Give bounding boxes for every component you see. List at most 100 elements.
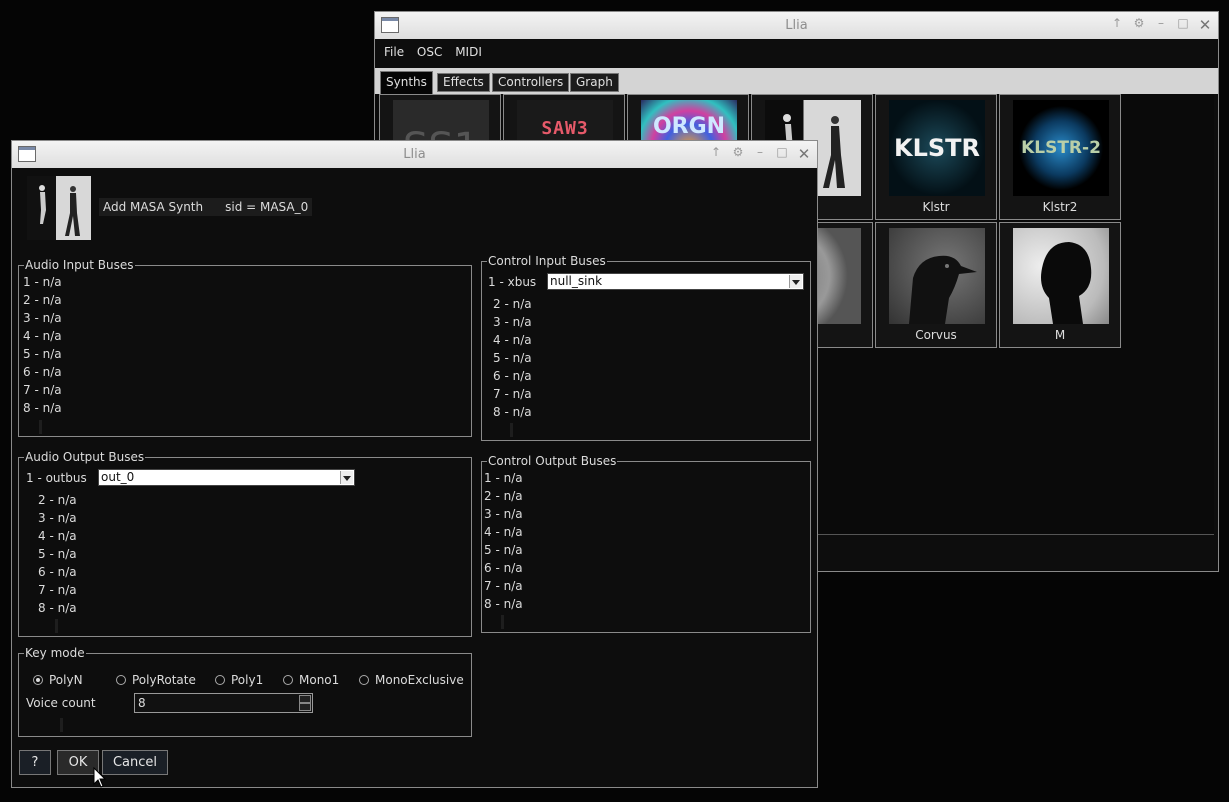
tab-synths[interactable]: Synths xyxy=(380,71,433,94)
control-output-row: 4 - n/a xyxy=(484,525,523,539)
add-synth-label: Add MASA Synth sid = MASA_0 xyxy=(99,198,313,216)
menu-midi[interactable]: MIDI xyxy=(455,45,482,59)
control-input-row: 6 - n/a xyxy=(493,369,532,383)
outbus-select[interactable]: out_0 xyxy=(98,469,355,486)
keep-above-icon[interactable]: ↑ xyxy=(1108,16,1126,34)
control-input-row: 5 - n/a xyxy=(493,351,532,365)
radio-mono1[interactable]: Mono1 xyxy=(283,673,339,687)
synth-tile-m[interactable]: M xyxy=(999,222,1121,348)
chevron-down-icon[interactable] xyxy=(789,275,802,288)
tab-controllers[interactable]: Controllers xyxy=(492,73,570,92)
cursor-icon xyxy=(93,767,107,788)
radio-monoexclusive[interactable]: MonoExclusive xyxy=(359,673,464,687)
audio-output-row: 5 - n/a xyxy=(38,547,77,561)
synth-thumb xyxy=(1013,228,1109,324)
audio-input-buses-panel: Audio Input Buses xyxy=(18,258,472,437)
synth-logo xyxy=(27,176,91,240)
control-input-row: 3 - n/a xyxy=(493,315,532,329)
audio-input-row: 2 - n/a xyxy=(23,293,62,307)
keep-above-icon[interactable]: ↑ xyxy=(707,145,725,163)
figure-image xyxy=(39,185,80,236)
synth-thumb xyxy=(889,228,985,324)
radio-unchecked-icon xyxy=(283,675,293,685)
control-output-row: 3 - n/a xyxy=(484,507,523,521)
panel-title: Control Output Buses xyxy=(487,454,618,468)
audio-output-row: 4 - n/a xyxy=(38,529,77,543)
voice-count-spinbox[interactable]: 8 xyxy=(134,693,313,713)
radio-polyn[interactable]: PolyN xyxy=(33,673,83,687)
control-input-label: 1 - xbus xyxy=(488,275,537,289)
dialog-title: Llia xyxy=(403,147,426,162)
control-output-row: 5 - n/a xyxy=(484,543,523,557)
control-input-row: 4 - n/a xyxy=(493,333,532,347)
minimize-icon[interactable]: – xyxy=(1152,16,1170,34)
silhouette-image xyxy=(1041,242,1092,324)
radio-unchecked-icon xyxy=(116,675,126,685)
synth-caption: Klstr2 xyxy=(1042,200,1078,214)
radio-unchecked-icon xyxy=(215,675,225,685)
xbus-value: null_sink xyxy=(550,274,603,288)
synth-caption: M xyxy=(1054,328,1066,342)
audio-output-row: 6 - n/a xyxy=(38,565,77,579)
menu-file[interactable]: File xyxy=(384,45,404,59)
radio-poly1[interactable]: Poly1 xyxy=(215,673,263,687)
audio-output-row: 7 - n/a xyxy=(38,583,77,597)
audio-input-row: 1 - n/a xyxy=(23,275,62,289)
control-output-row: 6 - n/a xyxy=(484,561,523,575)
maximize-icon[interactable]: □ xyxy=(1174,16,1192,34)
synth-tile-corvus[interactable]: Corvus xyxy=(875,222,997,348)
synth-thumb: KLSTR-2 xyxy=(1013,100,1109,196)
minimize-icon[interactable]: – xyxy=(751,145,769,163)
close-icon[interactable]: ✕ xyxy=(795,145,813,163)
audio-output-row: 8 - n/a xyxy=(38,601,77,615)
tab-graph[interactable]: Graph xyxy=(570,73,619,92)
panel-title: Audio Input Buses xyxy=(24,258,135,272)
synth-tile-klstr2[interactable]: KLSTR-2 Klstr2 xyxy=(999,94,1121,220)
control-output-row: 2 - n/a xyxy=(484,489,523,503)
audio-input-row: 5 - n/a xyxy=(23,347,62,361)
voice-count-value: 8 xyxy=(138,696,146,710)
control-output-row: 7 - n/a xyxy=(484,579,523,593)
maximize-icon[interactable]: □ xyxy=(773,145,791,163)
menu-osc[interactable]: OSC xyxy=(417,45,442,59)
control-input-row: 2 - n/a xyxy=(493,297,532,311)
settings-icon[interactable]: ⚙ xyxy=(729,145,747,163)
chevron-down-icon[interactable] xyxy=(340,471,353,484)
main-window-titlebar[interactable]: Llia ↑ ⚙ – □ ✕ xyxy=(375,12,1218,39)
panel-title: Key mode xyxy=(24,646,86,660)
audio-input-row: 8 - n/a xyxy=(23,401,62,415)
scroll-handle[interactable] xyxy=(60,718,63,732)
scroll-handle[interactable] xyxy=(510,423,513,437)
scroll-handle[interactable] xyxy=(501,615,504,629)
crow-image xyxy=(909,255,977,324)
audio-output-label: 1 - outbus xyxy=(26,471,87,485)
help-button[interactable]: ? xyxy=(19,750,51,775)
close-icon[interactable]: ✕ xyxy=(1196,16,1214,34)
control-input-row: 8 - n/a xyxy=(493,405,532,419)
scroll-handle[interactable] xyxy=(55,619,58,633)
audio-input-row: 6 - n/a xyxy=(23,365,62,379)
scroll-handle[interactable] xyxy=(39,420,42,434)
control-output-buses-panel: Control Output Buses xyxy=(481,454,811,633)
cancel-button[interactable]: Cancel xyxy=(102,750,168,775)
outbus-value: out_0 xyxy=(101,470,135,484)
radio-polyrotate[interactable]: PolyRotate xyxy=(116,673,196,687)
settings-icon[interactable]: ⚙ xyxy=(1130,16,1148,34)
control-output-row: 8 - n/a xyxy=(484,597,523,611)
control-input-row: 7 - n/a xyxy=(493,387,532,401)
panel-title: Control Input Buses xyxy=(487,254,607,268)
main-window-title: Llia xyxy=(785,18,808,33)
spin-up-icon[interactable] xyxy=(299,695,311,703)
synth-caption: Klstr xyxy=(922,200,950,214)
panel-title: Audio Output Buses xyxy=(24,450,146,464)
dialog-titlebar[interactable]: Llia ↑ ⚙ – □ ✕ xyxy=(12,141,817,168)
tab-bar: Synths Effects Controllers Graph xyxy=(375,68,1218,94)
tab-effects[interactable]: Effects xyxy=(437,73,490,92)
sid-label: sid = MASA_0 xyxy=(225,200,309,214)
voice-count-label: Voice count xyxy=(26,696,96,710)
audio-input-row: 4 - n/a xyxy=(23,329,62,343)
synth-tile-klstr[interactable]: KLSTR Klstr xyxy=(875,94,997,220)
radio-checked-icon xyxy=(33,675,43,685)
xbus-select[interactable]: null_sink xyxy=(547,273,804,290)
spin-down-icon[interactable] xyxy=(299,703,311,711)
